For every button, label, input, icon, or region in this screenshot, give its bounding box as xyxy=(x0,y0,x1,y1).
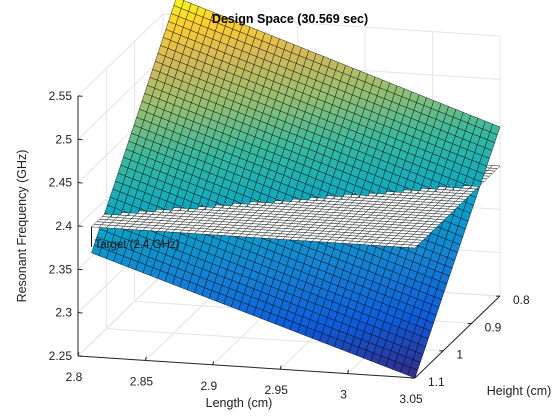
y-tick-label: 1 xyxy=(456,348,463,362)
z-axis-label: Resonant Frequency (GHz) xyxy=(15,150,29,303)
z-tick-label: 2.35 xyxy=(49,262,73,276)
y-tick-label: 0.9 xyxy=(485,320,502,334)
x-tick-label: 2.9 xyxy=(200,379,217,393)
z-tick-label: 2.5 xyxy=(55,132,72,146)
y-tick-label: 1.1 xyxy=(428,375,445,389)
x-tick-label: 2.85 xyxy=(130,374,154,388)
y-tick-label: 0.8 xyxy=(513,293,530,307)
x-tick-label: 3.05 xyxy=(399,392,423,406)
x-axis-label: Length (cm) xyxy=(206,396,273,410)
chart-title: Design Space (30.569 sec) xyxy=(212,12,368,26)
z-tick-label: 2.4 xyxy=(55,219,72,233)
annotation-text: Target (2.4 GHz) xyxy=(94,239,179,251)
z-tick-label: 2.45 xyxy=(49,176,73,190)
z-tick-label: 2.3 xyxy=(55,306,72,320)
z-tick-label: 2.55 xyxy=(49,89,73,103)
chart-figure: 2.8 2.85 2.9 2.95 3 3.050.80.911.12.252.32.35… xyxy=(15,0,552,410)
x-tick-label: 3 xyxy=(340,388,347,402)
y-axis-label: Height (cm) xyxy=(487,384,552,398)
x-tick-label: 2.8 xyxy=(66,370,83,384)
z-tick-label: 2.25 xyxy=(49,349,73,363)
